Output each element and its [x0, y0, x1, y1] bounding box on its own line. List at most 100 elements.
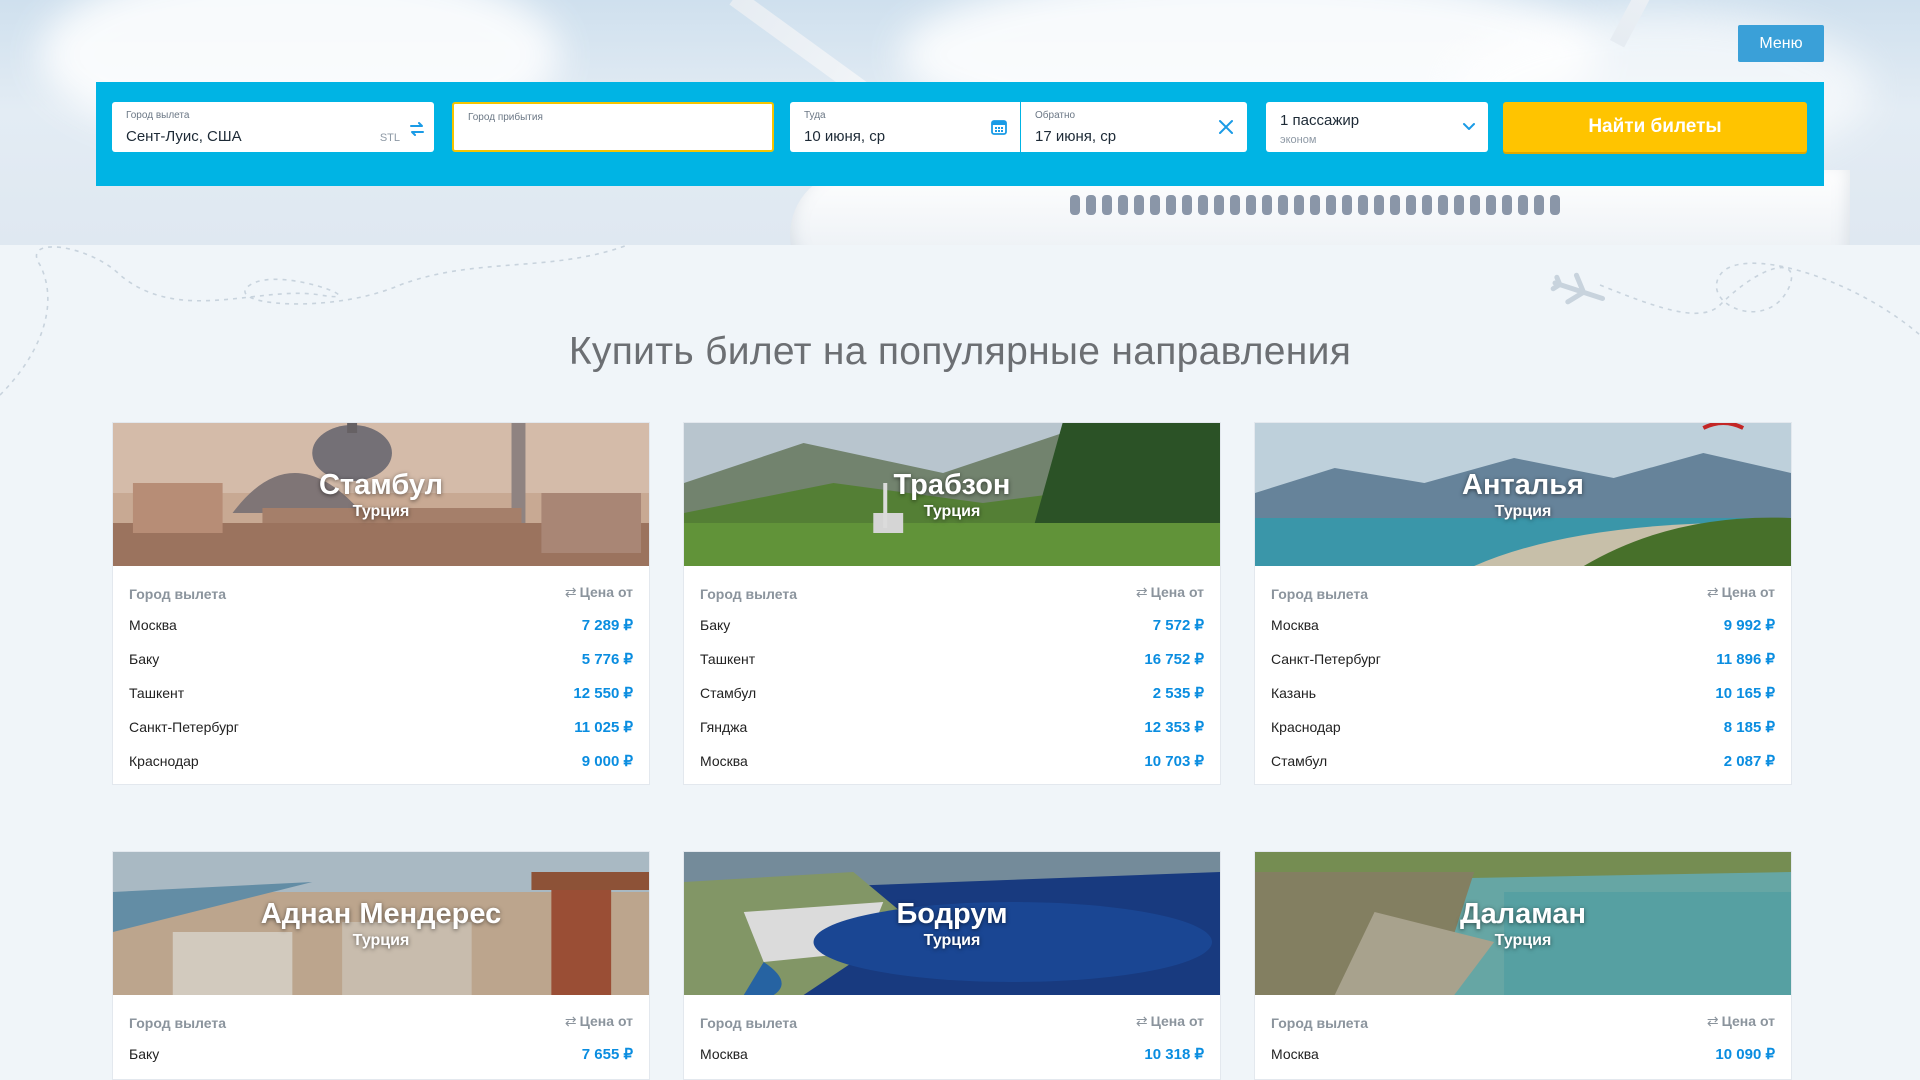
route-price[interactable]: 7 655 ₽: [582, 1045, 633, 1063]
destination-photo: Даламан Турция: [1255, 852, 1791, 995]
destination-field[interactable]: Город прибытия: [452, 102, 774, 152]
card-city: Стамбул: [318, 469, 444, 501]
route-origin: Москва: [700, 753, 748, 769]
route-price[interactable]: 12 353 ₽: [1144, 718, 1204, 736]
card-header: Город вылета ⇄ Цена от: [113, 995, 649, 1037]
route-origin: Москва: [700, 1046, 748, 1062]
route-row[interactable]: Ташкент 16 752 ₽: [684, 642, 1220, 676]
route-price[interactable]: 2 087 ₽: [1724, 752, 1775, 770]
route-origin: Санкт-Петербург: [1271, 651, 1381, 667]
origin-column-label: Город вылета: [1271, 586, 1369, 602]
route-price[interactable]: 8 185 ₽: [1724, 718, 1775, 736]
route-price[interactable]: 12 550 ₽: [573, 684, 633, 702]
travel-class: эконом: [1280, 134, 1317, 146]
card-header: Город вылета ⇄ Цена от: [684, 995, 1220, 1037]
card-city: Бодрум: [896, 898, 1008, 930]
price-column-label: Цена от: [579, 584, 633, 600]
route-row[interactable]: Баку 5 776 ₽: [113, 642, 649, 676]
route-row[interactable]: Краснодар 9 000 ₽: [113, 744, 649, 784]
section-title: Купить билет на популярные направления: [568, 330, 1352, 373]
route-price[interactable]: 10 703 ₽: [1144, 752, 1204, 770]
route-price[interactable]: 9 000 ₽: [582, 752, 633, 770]
roundtrip-arrows-icon: ⇄: [1706, 584, 1719, 600]
destination-card[interactable]: Аднан Мендерес Турция Город вылета ⇄ Цена…: [112, 851, 650, 1080]
route-row[interactable]: Санкт-Петербург 11 896 ₽: [1255, 642, 1791, 676]
origin-column-label: Город вылета: [129, 586, 227, 602]
route-row[interactable]: Москва 7 289 ₽: [113, 608, 649, 642]
route-row[interactable]: Москва 10 090 ₽: [1255, 1037, 1791, 1071]
route-row[interactable]: Стамбул 2 535 ₽: [684, 676, 1220, 710]
depart-date-label: Туда: [804, 110, 826, 121]
origin-column-label: Город вылета: [700, 1015, 798, 1031]
route-origin: Краснодар: [129, 753, 199, 769]
route-price[interactable]: 7 572 ₽: [1153, 616, 1204, 634]
destination-photo: Трабзон Турция: [684, 423, 1220, 566]
destination-card[interactable]: Бодрум Турция Город вылета ⇄ Цена от Моск…: [683, 851, 1221, 1080]
roundtrip-arrows-icon: ⇄: [1135, 1013, 1148, 1029]
route-row[interactable]: Москва 10 318 ₽: [684, 1037, 1220, 1071]
card-country: Турция: [352, 503, 410, 520]
route-row[interactable]: Казань 10 165 ₽: [1255, 676, 1791, 710]
card-city: Даламан: [1459, 898, 1587, 930]
origin-column-label: Город вылета: [1271, 1015, 1369, 1031]
swap-arrows-icon[interactable]: [408, 121, 426, 137]
roundtrip-arrows-icon: ⇄: [564, 584, 577, 600]
destination-card[interactable]: Трабзон Турция Город вылета ⇄ Цена от Бак…: [683, 422, 1221, 785]
card-city: Трабзон: [893, 469, 1011, 501]
route-origin: Казань: [1271, 685, 1317, 701]
depart-date-field[interactable]: Туда 10 июня, ср: [790, 102, 1020, 152]
route-price[interactable]: 5 776 ₽: [582, 650, 633, 668]
route-price[interactable]: 2 535 ₽: [1153, 684, 1204, 702]
return-date-value: 17 июня, ср: [1035, 128, 1117, 145]
route-price[interactable]: 10 165 ₽: [1715, 684, 1775, 702]
card-header: Город вылета ⇄ Цена от: [1255, 995, 1791, 1037]
route-origin: Стамбул: [1271, 753, 1328, 769]
route-price[interactable]: 9 992 ₽: [1724, 616, 1775, 634]
passengers-select[interactable]: 1 пассажир эконом: [1266, 102, 1488, 152]
return-date-field[interactable]: Обратно 17 июня, ср: [1021, 102, 1247, 152]
search-form: Город вылета Сент-Луис, США STL Город пр…: [96, 82, 1824, 186]
menu-button[interactable]: Меню: [1738, 25, 1824, 62]
destination-card[interactable]: Стамбул Турция Город вылета ⇄ Цена от Мос…: [112, 422, 650, 785]
destination-card[interactable]: Анталья Турция Город вылета ⇄ Цена от Мос…: [1254, 422, 1792, 785]
route-row[interactable]: Баку 7 572 ₽: [684, 608, 1220, 642]
route-price[interactable]: 10 318 ₽: [1144, 1045, 1204, 1063]
destination-photo: Анталья Турция: [1255, 423, 1791, 566]
route-row[interactable]: Москва 9 992 ₽: [1255, 608, 1791, 642]
route-price[interactable]: 11 025 ₽: [574, 718, 633, 736]
route-row[interactable]: Ташкент 12 550 ₽: [113, 676, 649, 710]
route-origin: Баку: [700, 617, 731, 633]
origin-field[interactable]: Город вылета Сент-Луис, США STL: [112, 102, 434, 152]
route-price[interactable]: 16 752 ₽: [1144, 650, 1204, 668]
route-origin: Баку: [129, 651, 160, 667]
route-row[interactable]: Баку 7 655 ₽: [113, 1037, 649, 1071]
route-origin: Стамбул: [700, 685, 757, 701]
route-row[interactable]: Гянджа 12 353 ₽: [684, 710, 1220, 744]
airplane-windows: [1070, 195, 1610, 217]
chevron-down-icon: [1463, 123, 1475, 130]
route-price[interactable]: 10 090 ₽: [1715, 1045, 1775, 1063]
find-tickets-button[interactable]: Найти билеты: [1503, 102, 1807, 152]
route-origin: Баку: [129, 1046, 160, 1062]
route-origin: Санкт-Петербург: [129, 719, 239, 735]
origin-code: STL: [379, 132, 400, 144]
route-origin: Москва: [129, 617, 177, 633]
roundtrip-arrows-icon: ⇄: [564, 1013, 577, 1029]
card-country: Турция: [1494, 503, 1552, 520]
calendar-icon[interactable]: [990, 118, 1008, 136]
return-date-label: Обратно: [1035, 110, 1076, 121]
close-icon[interactable]: [1217, 118, 1235, 136]
dotted-flight-path-decoration: [0, 245, 1920, 396]
card-header: Город вылета ⇄ Цена от: [113, 566, 649, 608]
card-header: Город вылета ⇄ Цена от: [1255, 566, 1791, 608]
airplane-icon: [1550, 272, 1606, 305]
route-row[interactable]: Санкт-Петербург 11 025 ₽: [113, 710, 649, 744]
route-price[interactable]: 7 289 ₽: [582, 616, 633, 634]
route-row[interactable]: Краснодар 8 185 ₽: [1255, 710, 1791, 744]
route-price[interactable]: 11 896 ₽: [1716, 650, 1775, 668]
origin-column-label: Город вылета: [700, 586, 798, 602]
route-row[interactable]: Стамбул 2 087 ₽: [1255, 744, 1791, 784]
route-row[interactable]: Москва 10 703 ₽: [684, 744, 1220, 784]
destination-card[interactable]: Даламан Турция Город вылета ⇄ Цена от Мос…: [1254, 851, 1792, 1080]
destination-photo: Бодрум Турция: [684, 852, 1220, 995]
